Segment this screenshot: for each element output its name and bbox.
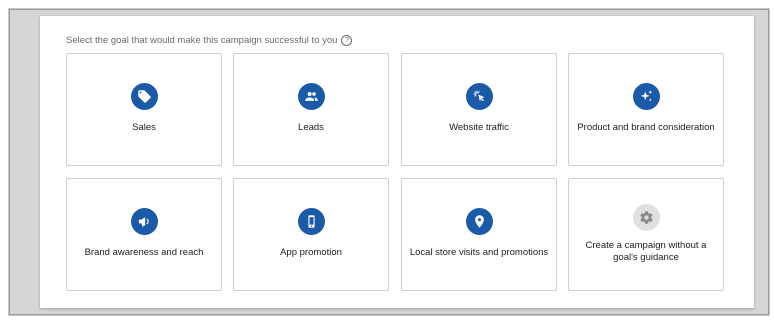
help-icon[interactable]: ? [341,35,353,46]
goal-card-sales[interactable]: Sales [66,53,222,166]
goal-card-app-promotion[interactable]: App promotion [233,178,389,291]
goal-prompt: Select the goal that would make this cam… [66,35,353,46]
goal-label: Website traffic [449,122,509,133]
megaphone-icon [130,208,158,235]
goal-card-no-goal-guidance[interactable]: Create a campaign without a goal's guida… [568,178,724,291]
goal-label: Product and brand consideration [577,122,715,133]
goal-label: Create a campaign without a goal's guida… [585,240,707,263]
goal-label: Local store visits and promotions [409,247,549,258]
goal-card-website-traffic[interactable]: Website traffic [401,53,557,166]
goal-card-local-store-visits[interactable]: Local store visits and promotions [401,178,557,291]
goal-label: App promotion [280,247,342,258]
gear-icon [632,204,660,231]
goal-label: Brand awareness and reach [84,247,204,258]
goal-prompt-text: Select the goal that would make this cam… [66,35,338,46]
people-icon [297,83,325,110]
tag-icon [130,83,158,110]
goal-card-product-brand-consideration[interactable]: Product and brand consideration [568,53,724,166]
cursor-click-icon [465,83,493,110]
goal-label: Sales [132,122,156,133]
phone-icon [297,208,325,235]
goal-card-leads[interactable]: Leads [233,53,389,166]
goal-label: Leads [298,122,324,133]
sparkle-icon [632,83,660,110]
location-pin-icon [465,208,493,235]
goal-card-brand-awareness-reach[interactable]: Brand awareness and reach [66,178,222,291]
